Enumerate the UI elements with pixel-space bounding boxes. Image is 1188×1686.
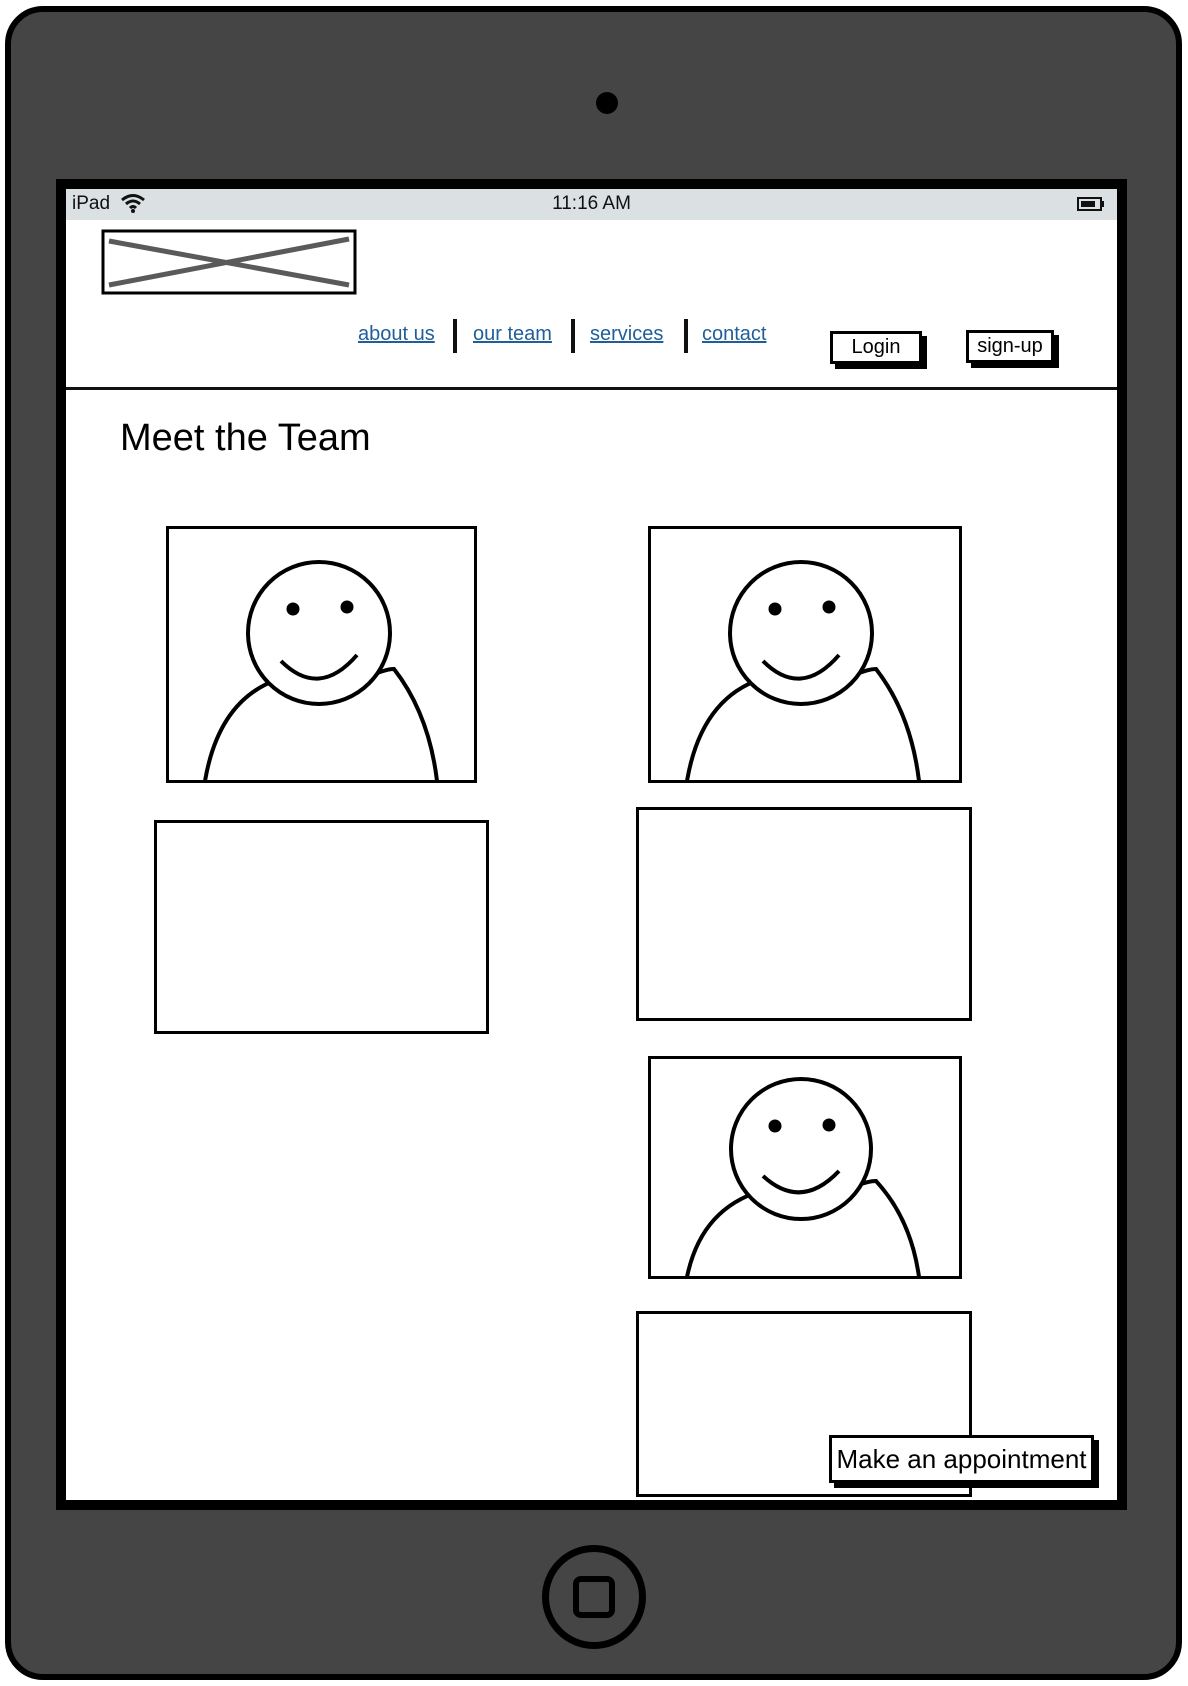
team-member-info-box — [636, 807, 972, 1021]
nav-link-services[interactable]: services — [590, 323, 663, 346]
login-button[interactable]: Login — [830, 331, 922, 364]
image-placeholder-icon — [101, 229, 357, 295]
team-member-photo — [648, 526, 962, 783]
main-nav: about us our team services contact — [66, 313, 1117, 363]
nav-separator — [453, 319, 457, 353]
battery-icon — [1077, 196, 1105, 218]
nav-separator — [571, 319, 575, 353]
team-member-info-box — [154, 820, 489, 1034]
home-button-icon — [573, 1576, 615, 1618]
sign-up-button[interactable]: sign-up — [966, 330, 1054, 363]
header-divider — [66, 387, 1117, 390]
screen: iPad 11:16 AM about us our team services… — [66, 189, 1117, 1500]
status-bar: iPad 11:16 AM — [66, 189, 1117, 220]
nav-link-about-us[interactable]: about us — [358, 323, 435, 346]
nav-link-contact[interactable]: contact — [702, 323, 766, 346]
team-member-photo — [166, 526, 477, 783]
make-appointment-button[interactable]: Make an appointment — [829, 1435, 1094, 1483]
team-member-photo — [648, 1056, 962, 1279]
person-avatar-icon — [203, 560, 439, 780]
person-avatar-icon — [685, 560, 921, 780]
nav-separator — [684, 319, 688, 353]
page-title: Meet the Team — [120, 417, 371, 459]
person-avatar-icon — [685, 1077, 921, 1276]
nav-link-our-team[interactable]: our team — [473, 323, 552, 346]
logo-placeholder — [101, 229, 357, 295]
camera-dot — [596, 92, 618, 114]
home-button[interactable] — [542, 1545, 646, 1649]
status-time: 11:16 AM — [552, 193, 631, 214]
